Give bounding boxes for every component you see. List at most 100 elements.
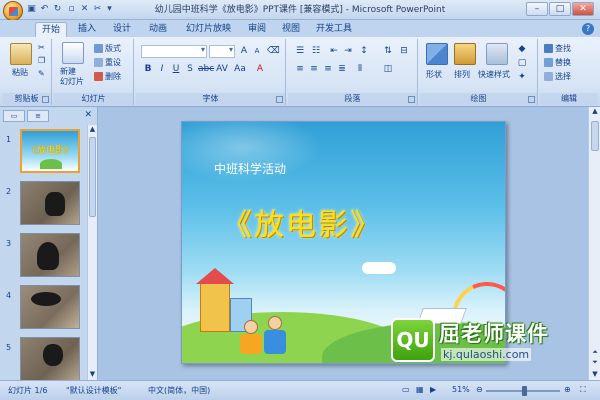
next-slide-icon[interactable]: ⏷ bbox=[589, 358, 600, 368]
previous-slide-icon[interactable]: ⏶ bbox=[589, 348, 600, 358]
char-spacing-icon[interactable]: AV bbox=[216, 63, 228, 75]
paste-icon[interactable] bbox=[10, 43, 32, 65]
thumbnail-number: 4 bbox=[6, 291, 12, 300]
zoom-in-icon[interactable]: ⊕ bbox=[564, 385, 571, 394]
arrange-button[interactable]: 排列 bbox=[454, 69, 470, 80]
outline-tab-icon[interactable]: ≡ bbox=[27, 110, 49, 122]
bold-icon[interactable]: B bbox=[142, 63, 154, 75]
tab-view[interactable]: 视图 bbox=[276, 22, 306, 37]
select-button[interactable]: 选择 bbox=[544, 71, 571, 82]
edit-scrollbar[interactable]: ▲ ⏶ ⏷ ▼ bbox=[588, 107, 600, 380]
delete-icon bbox=[94, 72, 103, 81]
help-icon[interactable]: ? bbox=[582, 23, 594, 35]
slides-panel: ▭ ≡ ✕ 1 《放电影》 2 3 4 5 ▲ ▼ bbox=[0, 107, 98, 380]
paragraph-launcher-icon[interactable] bbox=[408, 96, 415, 103]
slide-title[interactable]: 《放电影》 bbox=[222, 200, 382, 244]
zoom-level[interactable]: 51% bbox=[452, 385, 470, 394]
paste-button[interactable]: 粘贴 bbox=[12, 67, 28, 78]
font-name-combo[interactable] bbox=[141, 45, 207, 58]
italic-icon[interactable]: I bbox=[156, 63, 168, 75]
fit-window-icon[interactable]: ⛶ bbox=[580, 385, 586, 395]
panel-tabs: ▭ ≡ ✕ bbox=[3, 110, 95, 122]
shape-effects-icon[interactable]: ✦ bbox=[516, 71, 528, 83]
align-left-icon[interactable]: ≡ bbox=[294, 63, 306, 75]
panel-close-icon[interactable]: ✕ bbox=[84, 110, 92, 120]
increase-indent-icon[interactable]: ⇥ bbox=[342, 45, 354, 57]
reset-button[interactable]: 重设 bbox=[94, 57, 121, 68]
font-color-icon[interactable]: A bbox=[254, 63, 266, 75]
smartart-icon[interactable]: ◫ bbox=[382, 63, 394, 75]
thumbnail-slide-3[interactable] bbox=[20, 233, 80, 277]
scroll-up-icon[interactable]: ▲ bbox=[589, 107, 600, 117]
castle-tower bbox=[200, 282, 230, 332]
scroll-down-icon[interactable]: ▼ bbox=[589, 370, 600, 380]
scroll-down-icon[interactable]: ▼ bbox=[88, 370, 97, 380]
slide-subtitle[interactable]: 中班科学活动 bbox=[214, 160, 286, 177]
tab-design[interactable]: 设计 bbox=[107, 22, 137, 37]
quick-styles-icon[interactable] bbox=[486, 43, 508, 65]
thumbnail-slide-5[interactable] bbox=[20, 337, 80, 380]
numbering-icon[interactable]: ☷ bbox=[310, 45, 322, 57]
tab-slideshow[interactable]: 幻灯片放映 bbox=[180, 22, 237, 37]
strikethrough-icon[interactable]: abc bbox=[198, 63, 214, 75]
shapes-button[interactable]: 形状 bbox=[426, 69, 442, 80]
tab-insert[interactable]: 插入 bbox=[72, 22, 102, 37]
shapes-icon[interactable] bbox=[426, 43, 448, 65]
scroll-thumb[interactable] bbox=[89, 137, 96, 217]
cut-icon[interactable]: ✂ bbox=[38, 43, 45, 52]
zoom-slider[interactable] bbox=[486, 386, 560, 396]
new-slide-button[interactable]: 新建 幻灯片 bbox=[60, 67, 84, 87]
columns-icon[interactable]: ⫴ bbox=[354, 63, 366, 75]
slides-tab-icon[interactable]: ▭ bbox=[3, 110, 25, 122]
delete-button[interactable]: 删除 bbox=[94, 71, 121, 82]
clear-format-icon[interactable]: ⌫ bbox=[267, 45, 280, 57]
slideshow-view-icon[interactable]: ▶ bbox=[430, 385, 436, 394]
close-button[interactable]: ✕ bbox=[572, 2, 594, 16]
normal-view-icon[interactable]: ▭ bbox=[402, 385, 410, 394]
quick-styles-button[interactable]: 快速样式 bbox=[478, 69, 510, 80]
shape-outline-icon[interactable]: ▢ bbox=[516, 57, 528, 69]
scroll-thumb[interactable] bbox=[591, 121, 599, 151]
align-right-icon[interactable]: ≡ bbox=[322, 63, 334, 75]
clipboard-launcher-icon[interactable] bbox=[42, 96, 49, 103]
font-size-combo[interactable] bbox=[209, 45, 235, 58]
theme-name: "默认设计模板" bbox=[66, 386, 122, 395]
thumbnail-slide-1[interactable]: 《放电影》 bbox=[20, 129, 80, 173]
bullets-icon[interactable]: ☰ bbox=[294, 45, 306, 57]
shrink-font-icon[interactable]: A bbox=[251, 45, 263, 57]
tab-developer[interactable]: 开发工具 bbox=[310, 22, 358, 37]
justify-icon[interactable]: ≣ bbox=[336, 63, 348, 75]
layout-button[interactable]: 版式 bbox=[94, 43, 121, 54]
decrease-indent-icon[interactable]: ⇤ bbox=[328, 45, 340, 57]
text-direction-icon[interactable]: ⇅ bbox=[382, 45, 394, 57]
copy-icon[interactable]: ❐ bbox=[38, 56, 45, 65]
align-text-icon[interactable]: ⊟ bbox=[398, 45, 410, 57]
line-spacing-icon[interactable]: ↕ bbox=[358, 45, 370, 57]
shadow-icon[interactable]: S bbox=[184, 63, 196, 75]
format-painter-icon[interactable]: ✎ bbox=[38, 69, 45, 78]
thumbnail-scrollbar[interactable]: ▲ ▼ bbox=[87, 125, 97, 380]
zoom-out-icon[interactable]: ⊖ bbox=[476, 385, 483, 394]
maximize-button[interactable]: □ bbox=[549, 2, 571, 16]
tab-animation[interactable]: 动画 bbox=[143, 22, 173, 37]
shape-fill-icon[interactable]: ◆ bbox=[516, 43, 528, 55]
grow-font-icon[interactable]: A bbox=[238, 45, 250, 57]
find-button[interactable]: 查找 bbox=[544, 43, 571, 54]
zoom-slider-thumb[interactable] bbox=[521, 386, 527, 396]
minimize-button[interactable]: – bbox=[526, 2, 548, 16]
tab-review[interactable]: 审阅 bbox=[242, 22, 272, 37]
align-center-icon[interactable]: ≡ bbox=[308, 63, 320, 75]
slide-sorter-icon[interactable]: ▦ bbox=[416, 385, 424, 394]
thumbnail-slide-2[interactable] bbox=[20, 181, 80, 225]
replace-button[interactable]: 替换 bbox=[544, 57, 571, 68]
thumbnail-slide-4[interactable] bbox=[20, 285, 80, 329]
tab-home[interactable]: 开始 bbox=[35, 22, 68, 37]
new-slide-icon[interactable] bbox=[62, 42, 84, 64]
font-launcher-icon[interactable] bbox=[276, 96, 283, 103]
underline-icon[interactable]: U bbox=[170, 63, 182, 75]
change-case-icon[interactable]: Aa bbox=[234, 63, 246, 75]
scroll-up-icon[interactable]: ▲ bbox=[88, 125, 97, 135]
child-body-2 bbox=[264, 330, 286, 354]
drawing-launcher-icon[interactable] bbox=[528, 96, 535, 103]
arrange-icon[interactable] bbox=[454, 43, 476, 65]
